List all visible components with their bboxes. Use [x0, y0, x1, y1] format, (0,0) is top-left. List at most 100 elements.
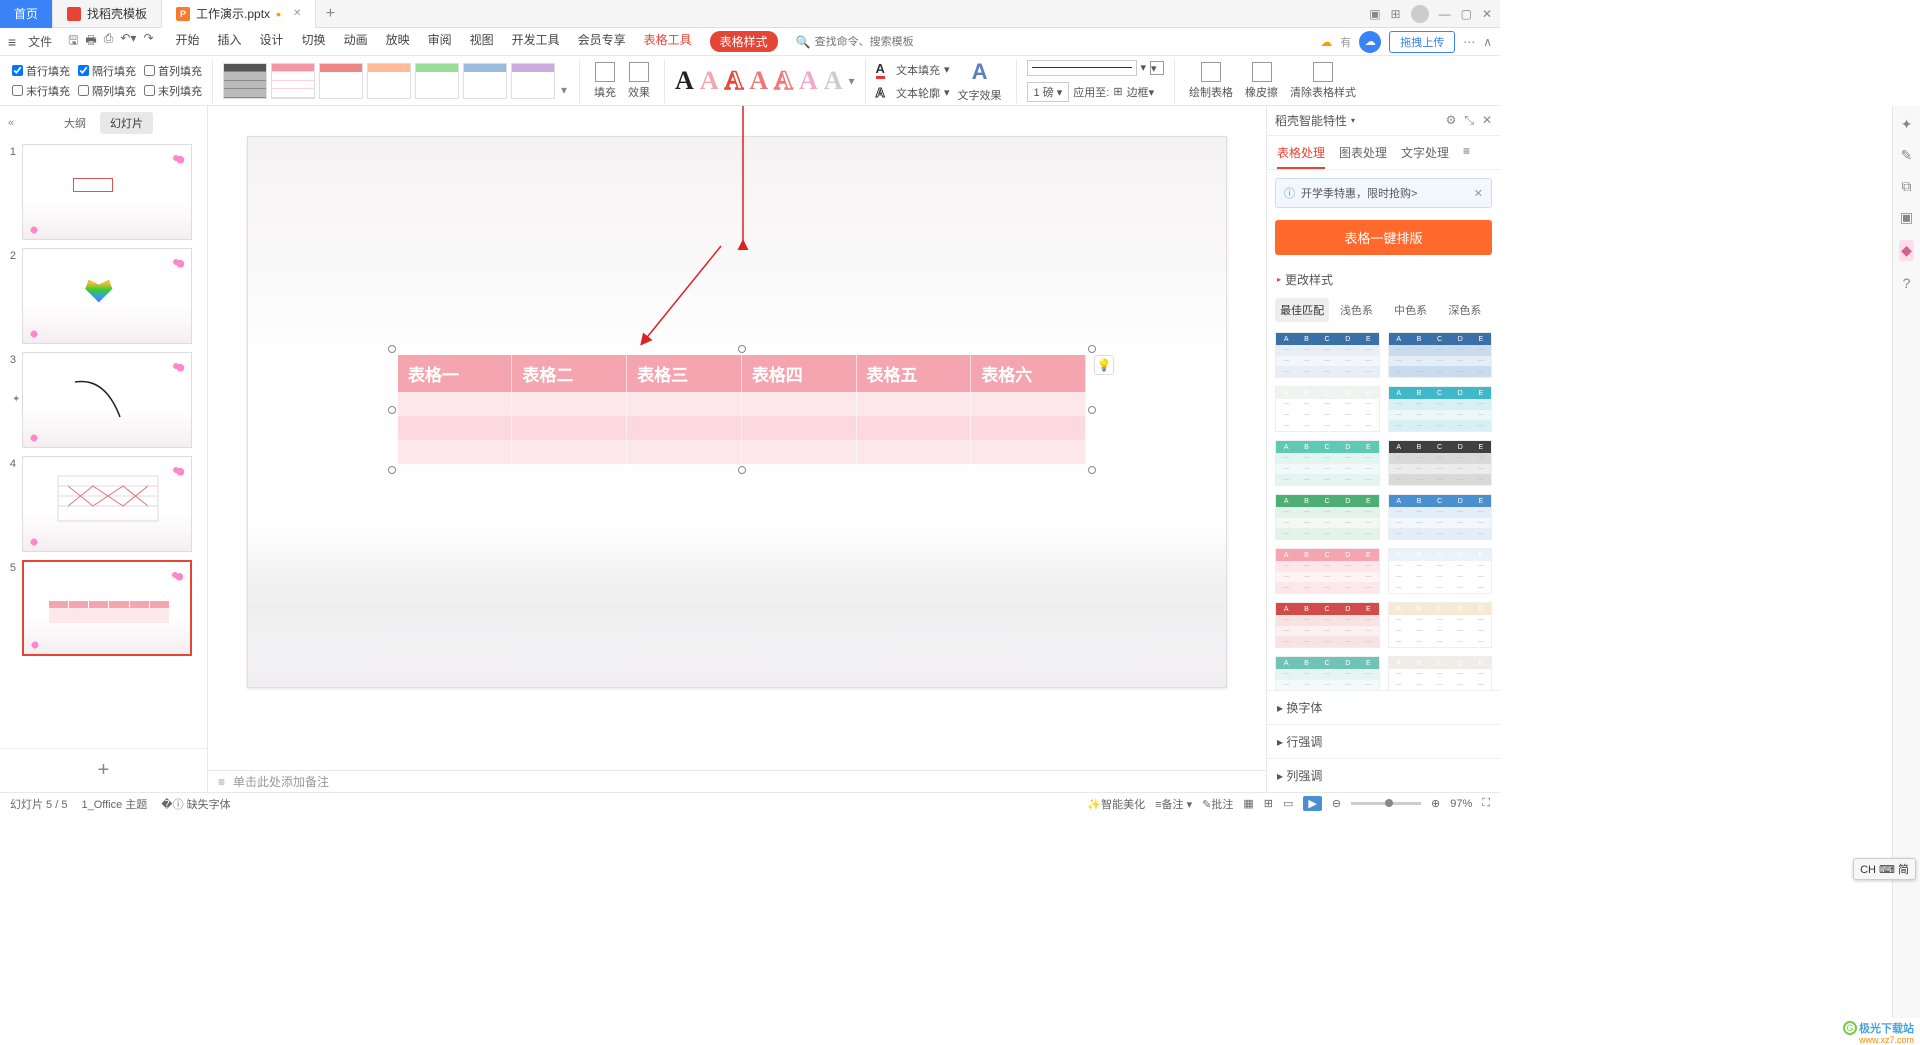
- rtb-magic-icon[interactable]: ✦: [1901, 116, 1913, 133]
- change-style-header[interactable]: ▸更改样式: [1267, 265, 1500, 294]
- notes-bar[interactable]: ≡ 单击此处添加备注: [208, 770, 1266, 792]
- upload-button[interactable]: 拖拽上传: [1389, 31, 1455, 53]
- handle-ml[interactable]: [388, 406, 396, 414]
- status-review[interactable]: ✎批注: [1202, 796, 1233, 812]
- handle-bm[interactable]: [738, 466, 746, 474]
- more-icon[interactable]: ⋯: [1463, 35, 1475, 49]
- rtab-insert[interactable]: 插入: [218, 31, 242, 52]
- draw-table-button[interactable]: 绘制表格: [1185, 62, 1237, 100]
- selected-table[interactable]: 表格一 表格二 表格三 表格四 表格五 表格六: [398, 355, 1086, 464]
- style-thumb-pink[interactable]: [271, 63, 315, 99]
- style-grid-item[interactable]: ABCDE———————————————: [1275, 494, 1380, 540]
- close-window-icon[interactable]: ✕: [1482, 7, 1492, 21]
- text-fill-button[interactable]: A 文本填充 ▾: [876, 61, 950, 79]
- promo-close-icon[interactable]: ✕: [1474, 187, 1483, 200]
- smart-tip-icon[interactable]: 💡: [1094, 355, 1114, 375]
- style-thumb-blue[interactable]: [463, 63, 507, 99]
- style-grid-item[interactable]: ABCDE———————————————: [1388, 548, 1493, 594]
- rtb-style-icon[interactable]: ✎: [1901, 147, 1913, 164]
- zoom-slider[interactable]: [1351, 802, 1421, 805]
- style-grid-item[interactable]: ABCDE———————————————: [1388, 602, 1493, 648]
- style-grid-item[interactable]: ABCDE———————————————: [1275, 656, 1380, 690]
- handle-tr[interactable]: [1088, 345, 1096, 353]
- preview-icon[interactable]: ⎙: [104, 31, 114, 52]
- rtb-diamond-icon[interactable]: ◆: [1899, 240, 1914, 261]
- stab-light[interactable]: 浅色系: [1329, 298, 1383, 322]
- stab-best[interactable]: 最佳匹配: [1275, 298, 1329, 322]
- status-missing-font[interactable]: �ⓘ 缺失字体: [161, 796, 230, 812]
- rtab-transition[interactable]: 切换: [302, 31, 326, 52]
- zoom-out-icon[interactable]: ⊖: [1332, 797, 1341, 810]
- style-grid-item[interactable]: ABCDE———————————————: [1388, 494, 1493, 540]
- layout-icon[interactable]: ▣: [1369, 7, 1380, 21]
- add-tab-button[interactable]: +: [316, 5, 344, 23]
- text-outline-button[interactable]: A 文本轮廓 ▾: [876, 85, 950, 101]
- rtab-review[interactable]: 审阅: [428, 31, 452, 52]
- handle-bl[interactable]: [388, 466, 396, 474]
- rtab-devtools[interactable]: 开发工具: [512, 31, 560, 52]
- text-style-5[interactable]: A: [774, 66, 793, 96]
- rtb-help-icon[interactable]: ?: [1903, 275, 1911, 291]
- style-thumb-purple[interactable]: [511, 63, 555, 99]
- rtb-link-icon[interactable]: ⧉: [1902, 178, 1912, 195]
- collapse-ribbon-icon[interactable]: ∧: [1483, 35, 1492, 49]
- rp-pin-icon[interactable]: ⤡: [1464, 113, 1474, 128]
- view-normal-icon[interactable]: ▦: [1243, 797, 1253, 810]
- close-tab-icon[interactable]: ✕: [293, 8, 301, 19]
- text-style-1[interactable]: A: [675, 66, 694, 96]
- rtab-slideshow[interactable]: 放映: [386, 31, 410, 52]
- collapse-panel-icon[interactable]: «: [8, 117, 14, 129]
- thumb-1[interactable]: [22, 144, 192, 240]
- handle-br[interactable]: [1088, 466, 1096, 474]
- rtab-design[interactable]: 设计: [260, 31, 284, 52]
- fill-button[interactable]: 填充: [590, 62, 620, 100]
- style-thumb-green[interactable]: [415, 63, 459, 99]
- thumb-5[interactable]: [22, 560, 192, 656]
- handle-tl[interactable]: [388, 345, 396, 353]
- text-style-6[interactable]: A: [799, 66, 818, 96]
- style-grid-item[interactable]: ABCDE———————————————: [1275, 548, 1380, 594]
- rp-tab-more-icon[interactable]: ≡: [1463, 144, 1470, 169]
- text-style-7[interactable]: A: [824, 66, 843, 96]
- style-grid-item[interactable]: ABCDE———————————————: [1388, 440, 1493, 486]
- style-grid-item[interactable]: ABCDE———————————————: [1388, 386, 1493, 432]
- text-effect-button[interactable]: A文字效果: [954, 59, 1006, 103]
- style-thumb-dark[interactable]: [223, 63, 267, 99]
- rtab-start[interactable]: 开始: [176, 31, 200, 52]
- style-thumb-red[interactable]: [319, 63, 363, 99]
- redo-icon[interactable]: ↷: [143, 31, 153, 52]
- add-slide-button[interactable]: +: [0, 748, 207, 792]
- view-sorter-icon[interactable]: ⊞: [1264, 797, 1273, 810]
- outline-tab[interactable]: 大纲: [54, 112, 96, 134]
- rtab-view[interactable]: 视图: [470, 31, 494, 52]
- canvas-scroll[interactable]: 表格一 表格二 表格三 表格四 表格五 表格六: [208, 106, 1266, 770]
- tab-template[interactable]: 找稻壳模板: [53, 0, 162, 28]
- rp-close-icon[interactable]: ✕: [1482, 113, 1492, 128]
- thumbnails[interactable]: 1 2 3 4 5: [0, 140, 207, 748]
- slides-tab[interactable]: 幻灯片: [100, 112, 153, 134]
- avatar-icon[interactable]: [1411, 5, 1429, 23]
- style-thumb-orange[interactable]: [367, 63, 411, 99]
- text-style-more-icon[interactable]: ▾: [849, 74, 855, 88]
- cloud-status-icon[interactable]: ☁: [1320, 35, 1332, 49]
- undo-icon[interactable]: ↶▾: [120, 31, 136, 52]
- style-grid-item[interactable]: ABCDE———————————————: [1275, 386, 1380, 432]
- tab-home[interactable]: 首页: [0, 0, 53, 28]
- rtab-table-style[interactable]: 表格样式: [710, 31, 778, 52]
- menu-file[interactable]: 文件: [24, 33, 56, 50]
- chk-last-row[interactable]: 末行填充: [12, 83, 70, 99]
- border-target-icon[interactable]: ⊞: [1113, 85, 1122, 98]
- style-grid-item[interactable]: ABCDE———————————————: [1275, 332, 1380, 378]
- chk-alt-row[interactable]: 隔行填充: [78, 63, 136, 79]
- chk-first-col[interactable]: 首列填充: [144, 63, 202, 79]
- rtab-table-tools[interactable]: 表格工具: [644, 31, 692, 52]
- slide-canvas[interactable]: 表格一 表格二 表格三 表格四 表格五 表格六: [247, 136, 1227, 688]
- thumb-4[interactable]: [22, 456, 192, 552]
- line-style-picker[interactable]: ▾ ▾: [1027, 60, 1165, 76]
- auto-layout-button[interactable]: 表格一键排版: [1275, 220, 1492, 255]
- handle-mr[interactable]: [1088, 406, 1096, 414]
- status-beautify[interactable]: ✨智能美化: [1087, 796, 1145, 812]
- style-grid-item[interactable]: ABCDE———————————————: [1388, 656, 1493, 690]
- save-icon[interactable]: 🖫: [68, 31, 78, 52]
- fit-screen-icon[interactable]: ⛶: [1482, 797, 1490, 810]
